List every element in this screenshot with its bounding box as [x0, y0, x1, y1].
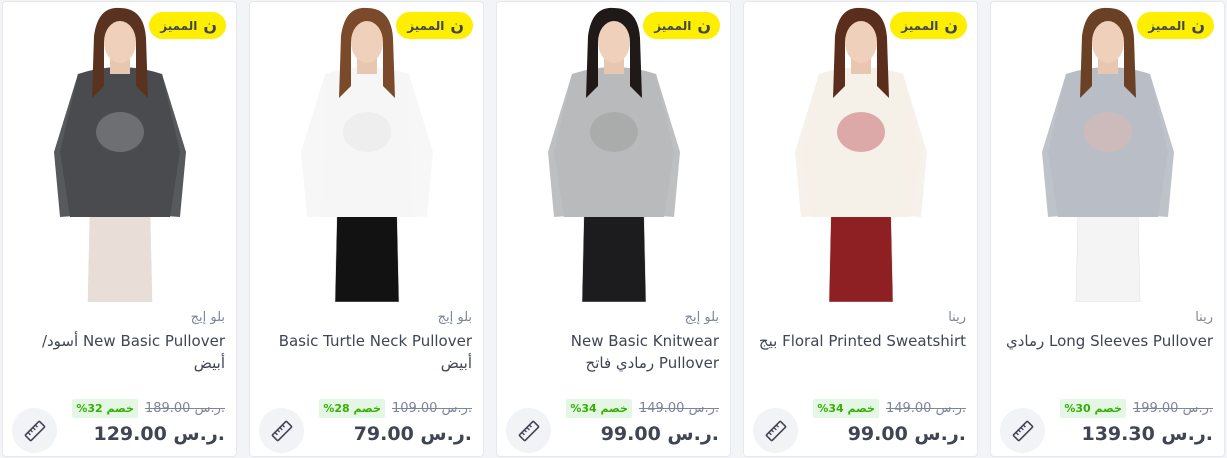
product-image[interactable]: [3, 2, 236, 302]
ruler-icon: [518, 420, 539, 441]
product-price: 99.00 ر.س.: [600, 423, 719, 445]
product-price: 139.30 ر.س.: [1081, 423, 1213, 445]
product-title[interactable]: Floral Printed Sweatshirt بيج: [755, 330, 966, 352]
size-guide-button[interactable]: [12, 408, 57, 453]
product-price: 129.00 ر.س.: [93, 423, 225, 445]
featured-badge-icon: ن: [1191, 15, 1205, 35]
discount-badge: خصم 34%: [566, 399, 632, 418]
product-card[interactable]: ن المميز رينا Long Sleeves Pullover رماد…: [990, 1, 1225, 457]
featured-badge: ن المميز: [643, 12, 720, 39]
product-image[interactable]: [250, 2, 483, 302]
featured-badge-label: المميز: [407, 18, 445, 33]
product-brand: رينا: [948, 310, 966, 325]
product-brand: بلو إيج: [437, 310, 472, 325]
discount-badge: خصم 32%: [72, 399, 138, 418]
featured-badge: ن المميز: [396, 12, 473, 39]
old-price: 149.00 ر.س.: [638, 401, 719, 416]
featured-badge-label: المميز: [654, 18, 692, 33]
old-price: 149.00 ر.س.: [885, 401, 966, 416]
featured-badge-label: المميز: [901, 18, 939, 33]
product-image[interactable]: [497, 2, 730, 302]
old-price: 189.00 ر.س.: [144, 401, 225, 416]
product-brand: رينا: [1195, 310, 1213, 325]
featured-badge: ن المميز: [1137, 12, 1214, 39]
product-image[interactable]: [744, 2, 977, 302]
product-card[interactable]: ن المميز رينا Floral Printed Sweatshirt …: [743, 1, 978, 457]
featured-badge-icon: ن: [450, 15, 464, 35]
old-price-row: خصم 34% 149.00 ر.س.: [813, 399, 966, 418]
old-price: 109.00 ر.س.: [391, 401, 472, 416]
discount-badge: خصم 34%: [813, 399, 879, 418]
featured-badge-icon: ن: [203, 15, 217, 35]
featured-badge-label: المميز: [160, 18, 198, 33]
old-price-row: خصم 32% 189.00 ر.س.: [72, 399, 225, 418]
old-price-row: خصم 34% 149.00 ر.س.: [566, 399, 719, 418]
old-price-row: خصم 30% 199.00 ر.س.: [1060, 399, 1213, 418]
product-grid: ن المميز رينا Long Sleeves Pullover رماد…: [0, 0, 1227, 458]
product-title[interactable]: Basic Turtle Neck Pullover أبيض: [261, 330, 472, 374]
discount-badge: خصم 28%: [319, 399, 385, 418]
ruler-icon: [271, 420, 292, 441]
product-card[interactable]: ن المميز بلو إيج New Basic Pullover أسود…: [2, 1, 237, 457]
featured-badge: ن المميز: [890, 12, 967, 39]
product-brand: بلو إيج: [684, 310, 719, 325]
model-illustration: [1041, 7, 1174, 302]
size-guide-button[interactable]: [506, 408, 551, 453]
product-image[interactable]: [991, 2, 1224, 302]
model-illustration: [547, 7, 680, 302]
product-title[interactable]: New Basic Pullover أسود/أبيض: [14, 330, 225, 374]
ruler-icon: [24, 420, 45, 441]
product-brand: بلو إيج: [190, 310, 225, 325]
product-price: 79.00 ر.س.: [353, 423, 472, 445]
model-illustration: [794, 7, 927, 302]
featured-badge-icon: ن: [697, 15, 711, 35]
old-price: 199.00 ر.س.: [1132, 401, 1213, 416]
featured-badge: ن المميز: [149, 12, 226, 39]
product-title[interactable]: New Basic Knitwear Pullover رمادي فاتح: [508, 330, 719, 374]
ruler-icon: [1012, 420, 1033, 441]
model-illustration: [300, 7, 433, 302]
product-card[interactable]: ن المميز بلو إيج Basic Turtle Neck Pullo…: [249, 1, 484, 457]
featured-badge-icon: ن: [944, 15, 958, 35]
size-guide-button[interactable]: [753, 408, 798, 453]
product-price: 99.00 ر.س.: [847, 423, 966, 445]
product-card[interactable]: ن المميز بلو إيج New Basic Knitwear Pull…: [496, 1, 731, 457]
discount-badge: خصم 30%: [1060, 399, 1126, 418]
model-illustration: [53, 7, 186, 302]
old-price-row: خصم 28% 109.00 ر.س.: [319, 399, 472, 418]
ruler-icon: [765, 420, 786, 441]
size-guide-button[interactable]: [259, 408, 304, 453]
featured-badge-label: المميز: [1148, 18, 1186, 33]
size-guide-button[interactable]: [1000, 408, 1045, 453]
product-title[interactable]: Long Sleeves Pullover رمادي: [1002, 330, 1213, 352]
